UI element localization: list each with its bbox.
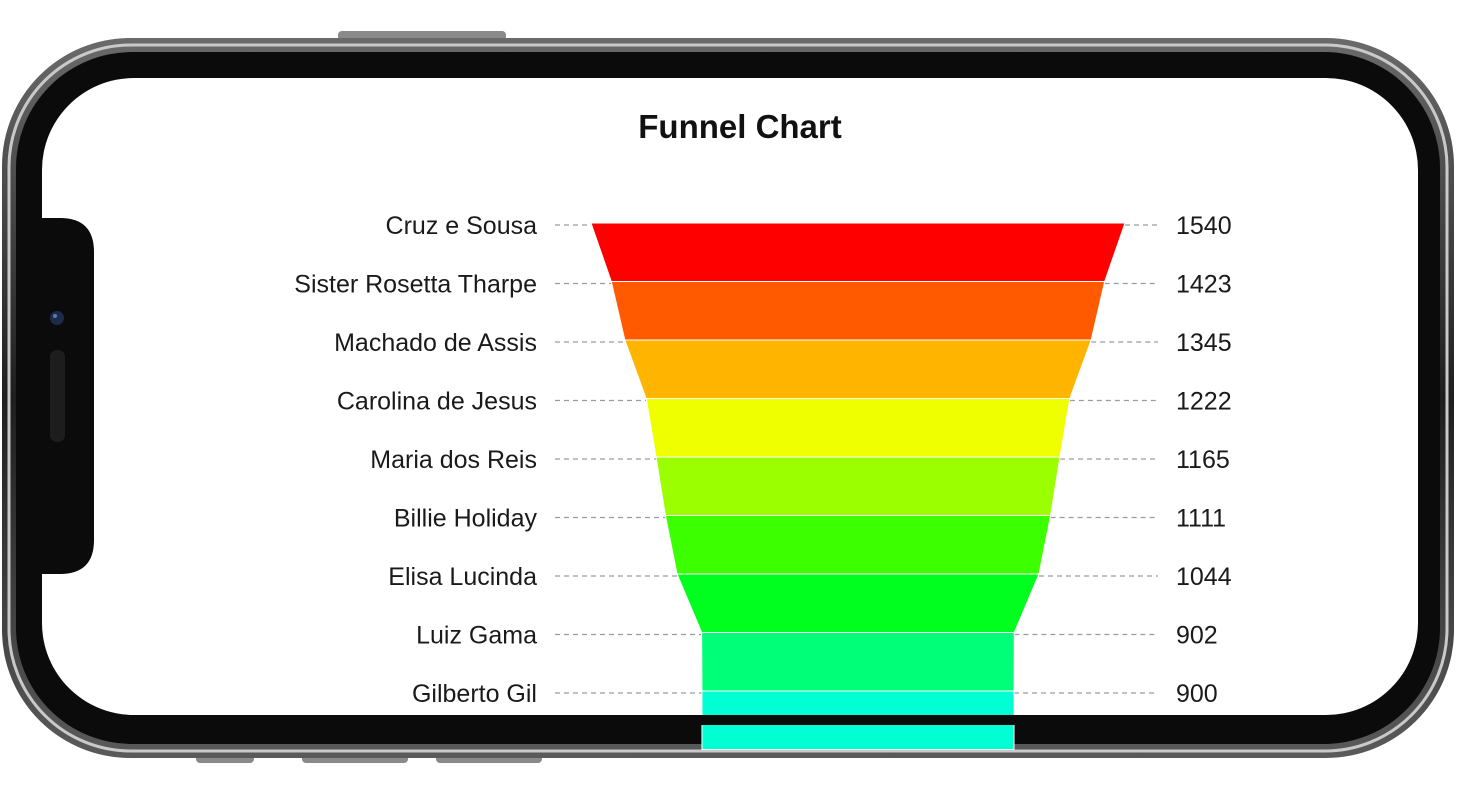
funnel-band <box>645 398 1071 458</box>
value-label: 900 <box>1176 680 1218 708</box>
bezel-bottom <box>130 715 1330 725</box>
category-label: Carolina de Jesus <box>337 388 537 416</box>
value-label: 1222 <box>1176 388 1232 416</box>
camera-glint <box>53 314 57 318</box>
funnel-band <box>610 281 1106 341</box>
value-label: 1345 <box>1176 329 1232 357</box>
category-label: Sister Rosetta Tharpe <box>294 271 537 299</box>
category-label: Gilberto Gil <box>412 680 537 708</box>
value-label: 1423 <box>1176 271 1232 299</box>
funnel-band <box>676 573 1040 633</box>
category-label: Cruz e Sousa <box>386 212 538 240</box>
category-label: Machado de Assis <box>334 329 537 357</box>
category-label: Elisa Lucinda <box>388 563 537 591</box>
value-label: 1165 <box>1176 446 1230 474</box>
funnel-band <box>701 632 1015 692</box>
category-label: Maria dos Reis <box>370 446 537 474</box>
speaker-grille <box>50 350 65 442</box>
funnel-band <box>664 515 1052 575</box>
funnel-band <box>624 339 1092 399</box>
chart-title: Funnel Chart <box>638 108 842 145</box>
camera-lens <box>50 311 64 325</box>
category-label: Billie Holiday <box>394 505 538 533</box>
value-label: 1044 <box>1176 563 1232 591</box>
category-label: Luiz Gama <box>416 622 537 650</box>
value-label: 902 <box>1176 622 1218 650</box>
value-label: 1540 <box>1176 212 1232 240</box>
funnel-band <box>590 222 1126 282</box>
funnel-band <box>655 456 1061 516</box>
value-label: 1111 <box>1176 505 1226 533</box>
